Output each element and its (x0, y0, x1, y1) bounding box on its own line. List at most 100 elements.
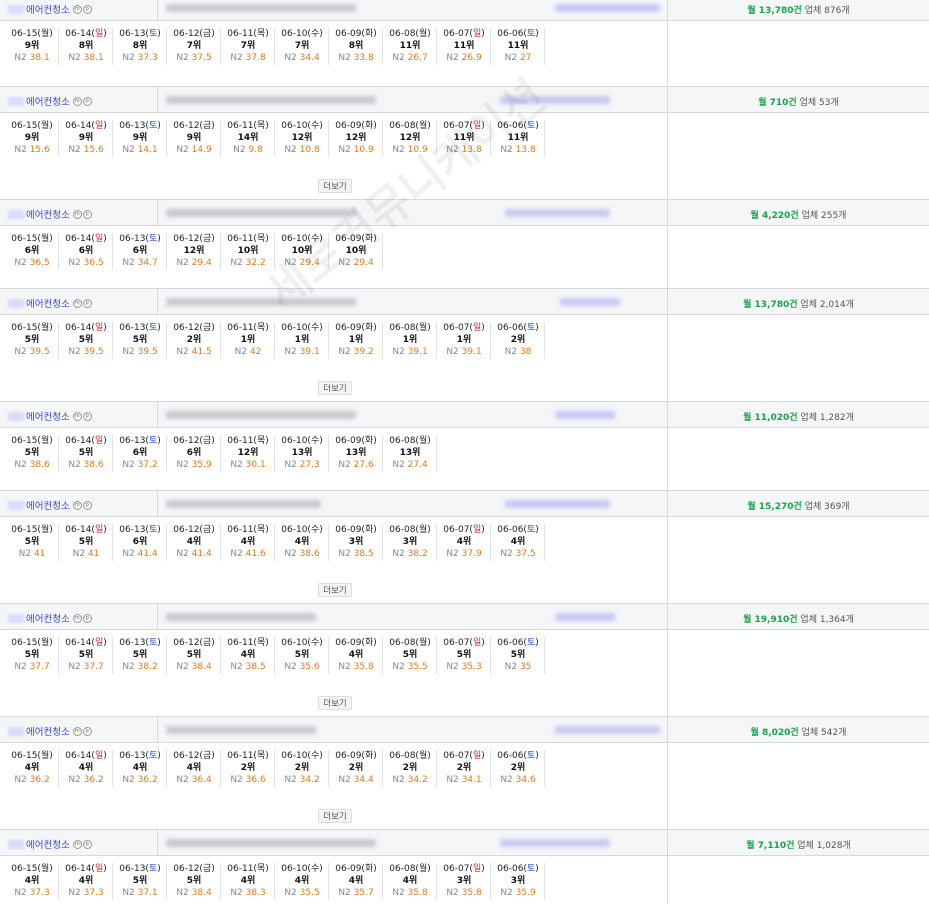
rank-date: 06-08(월) (389, 864, 431, 874)
rank-date: 06-06(토) (497, 864, 539, 874)
redacted-url[interactable] (166, 4, 356, 12)
rank-date: 06-09(화) (335, 436, 377, 446)
pc-badge: p (82, 726, 92, 736)
rank-value: 4위 (510, 537, 526, 547)
rank-day-cell: 06-08(월) 1위 N2 39.1 (384, 322, 437, 359)
redacted-url[interactable] (166, 411, 356, 419)
n2-score: N2 37.7 (68, 662, 104, 672)
n2-score: N2 9.8 (233, 145, 263, 155)
company-count: 업체 1,282개 (800, 413, 854, 423)
n2-score: N2 39.2 (338, 347, 374, 357)
rank-day-cell: 06-15(월) 9위 N2 38.1 (6, 28, 59, 65)
rank-day-cell: 06-07(일) 2위 N2 34.1 (438, 750, 491, 787)
more-button[interactable]: 더보기 (318, 179, 352, 193)
redacted-url[interactable] (166, 209, 356, 217)
more-button[interactable]: 더보기 (318, 381, 352, 395)
rank-value: 4위 (78, 763, 94, 773)
rank-value: 10위 (291, 246, 313, 256)
redacted-prefix (8, 4, 24, 14)
rank-day-cell: 06-09(화) 12위 N2 10.9 (330, 120, 383, 157)
redacted-prefix (8, 209, 24, 219)
n2-score: N2 26.7 (392, 53, 428, 63)
keyword-link[interactable]: 에어컨청소 (26, 2, 70, 16)
redacted-url[interactable] (166, 96, 376, 104)
rank-date: 06-11(목) (227, 29, 269, 39)
rank-value: 3위 (402, 537, 418, 547)
rank-day-cell: 06-07(일) 1위 N2 39.1 (438, 322, 491, 359)
rank-day-cell: 06-08(월) 5위 N2 35.5 (384, 637, 437, 674)
rank-date: 06-10(수) (281, 121, 323, 131)
volume-cell: 월 13,780건 업체 876개 (668, 0, 929, 20)
n2-score: N2 38 (504, 347, 532, 357)
rank-day-cell: 06-12(금) 4위 N2 41.4 (168, 524, 221, 561)
rank-value: 5위 (294, 650, 310, 660)
rank-date: 06-13(토) (119, 436, 161, 446)
rank-day-cell: 06-14(일) 9위 N2 15.6 (60, 120, 113, 157)
rank-day-cell: 06-11(목) 4위 N2 41.6 (222, 524, 275, 561)
rank-day-cell: 06-08(월) 2위 N2 34.2 (384, 750, 437, 787)
redacted-url[interactable] (166, 839, 376, 847)
rank-date: 06-13(토) (119, 29, 161, 39)
rank-date: 06-06(토) (497, 323, 539, 333)
rank-date: 06-13(토) (119, 864, 161, 874)
rank-day-cell: 06-15(월) 5위 N2 38.6 (6, 435, 59, 472)
rank-day-cell: 06-14(일) 6위 N2 36.5 (60, 233, 113, 270)
rank-day-cell: 06-10(수) 13위 N2 27.3 (276, 435, 329, 472)
keyword-link[interactable]: 에어컨청소 (26, 498, 70, 512)
product-cell (158, 289, 668, 314)
n2-score: N2 34.4 (338, 775, 374, 785)
n2-score: N2 41.6 (230, 549, 266, 559)
n2-score: N2 10.9 (338, 145, 374, 155)
redacted-url[interactable] (166, 726, 316, 734)
rank-day-cell: 06-11(목) 2위 N2 36.6 (222, 750, 275, 787)
redacted-url[interactable] (166, 613, 316, 621)
rank-value: 5위 (186, 650, 202, 660)
redacted-store-name (500, 96, 610, 104)
keyword-link[interactable]: 에어컨청소 (26, 94, 70, 108)
redacted-prefix (8, 839, 24, 849)
rank-date: 06-14(일) (65, 525, 107, 535)
rank-day-cell: 06-13(토) 6위 N2 41.4 (114, 524, 167, 561)
keyword-cell: 에어컨청소 m p (0, 289, 158, 314)
rank-date: 06-06(토) (497, 638, 539, 648)
rank-date: 06-09(화) (335, 323, 377, 333)
rank-day-cell: 06-12(금) 2위 N2 41.5 (168, 322, 221, 359)
mobile-badge: m (72, 613, 82, 623)
rank-date: 06-09(화) (335, 864, 377, 874)
keyword-row-1: 에어컨청소 m p 월 13,780건 업체 876개 06-15(월) 9위 … (0, 0, 929, 86)
redacted-store-name (555, 613, 615, 621)
device-badges: m p (72, 726, 93, 736)
rank-date: 06-07(일) (443, 29, 485, 39)
rank-value: 11위 (399, 41, 421, 51)
rank-date: 06-15(월) (11, 751, 53, 761)
rank-value: 5위 (132, 335, 148, 345)
keyword-link[interactable]: 에어컨청소 (26, 724, 70, 738)
keyword-row-header: 에어컨청소 m p 월 19,910건 업체 1,364개 (0, 603, 929, 630)
keyword-link[interactable]: 에어컨청소 (26, 837, 70, 851)
rank-value: 6위 (132, 537, 148, 547)
rank-day-cell: 06-15(월) 4위 N2 37.3 (6, 863, 59, 900)
keyword-link[interactable]: 에어컨청소 (26, 207, 70, 221)
redacted-url[interactable] (166, 298, 356, 306)
rank-day-cell: 06-12(금) 5위 N2 38.4 (168, 863, 221, 900)
rank-date: 06-08(월) (389, 436, 431, 446)
n2-score: N2 13.8 (500, 145, 536, 155)
company-count: 업체 369개 (804, 502, 850, 512)
keyword-link[interactable]: 에어컨청소 (26, 296, 70, 310)
n2-score: N2 27.6 (338, 460, 374, 470)
keyword-link[interactable]: 에어컨청소 (26, 409, 70, 423)
n2-score: N2 38.1 (68, 53, 104, 63)
monthly-search-volume: 월 7,110건 (746, 841, 795, 851)
more-button[interactable]: 더보기 (318, 809, 352, 823)
rank-value: 1위 (402, 335, 418, 345)
keyword-row-2: 에어컨청소 m p 월 710건 업체 53개 06-15(월) 9위 N2 1… (0, 86, 929, 199)
n2-score: N2 35.9 (176, 460, 212, 470)
more-button[interactable]: 더보기 (318, 696, 352, 710)
redacted-url[interactable] (166, 500, 321, 508)
n2-score: N2 37.1 (122, 888, 158, 898)
keyword-link[interactable]: 에어컨청소 (26, 611, 70, 625)
n2-score: N2 37.5 (176, 53, 212, 63)
n2-score: N2 36.4 (176, 775, 212, 785)
more-button[interactable]: 더보기 (318, 583, 352, 597)
rank-day-cell: 06-07(일) 11위 N2 26.9 (438, 28, 491, 65)
